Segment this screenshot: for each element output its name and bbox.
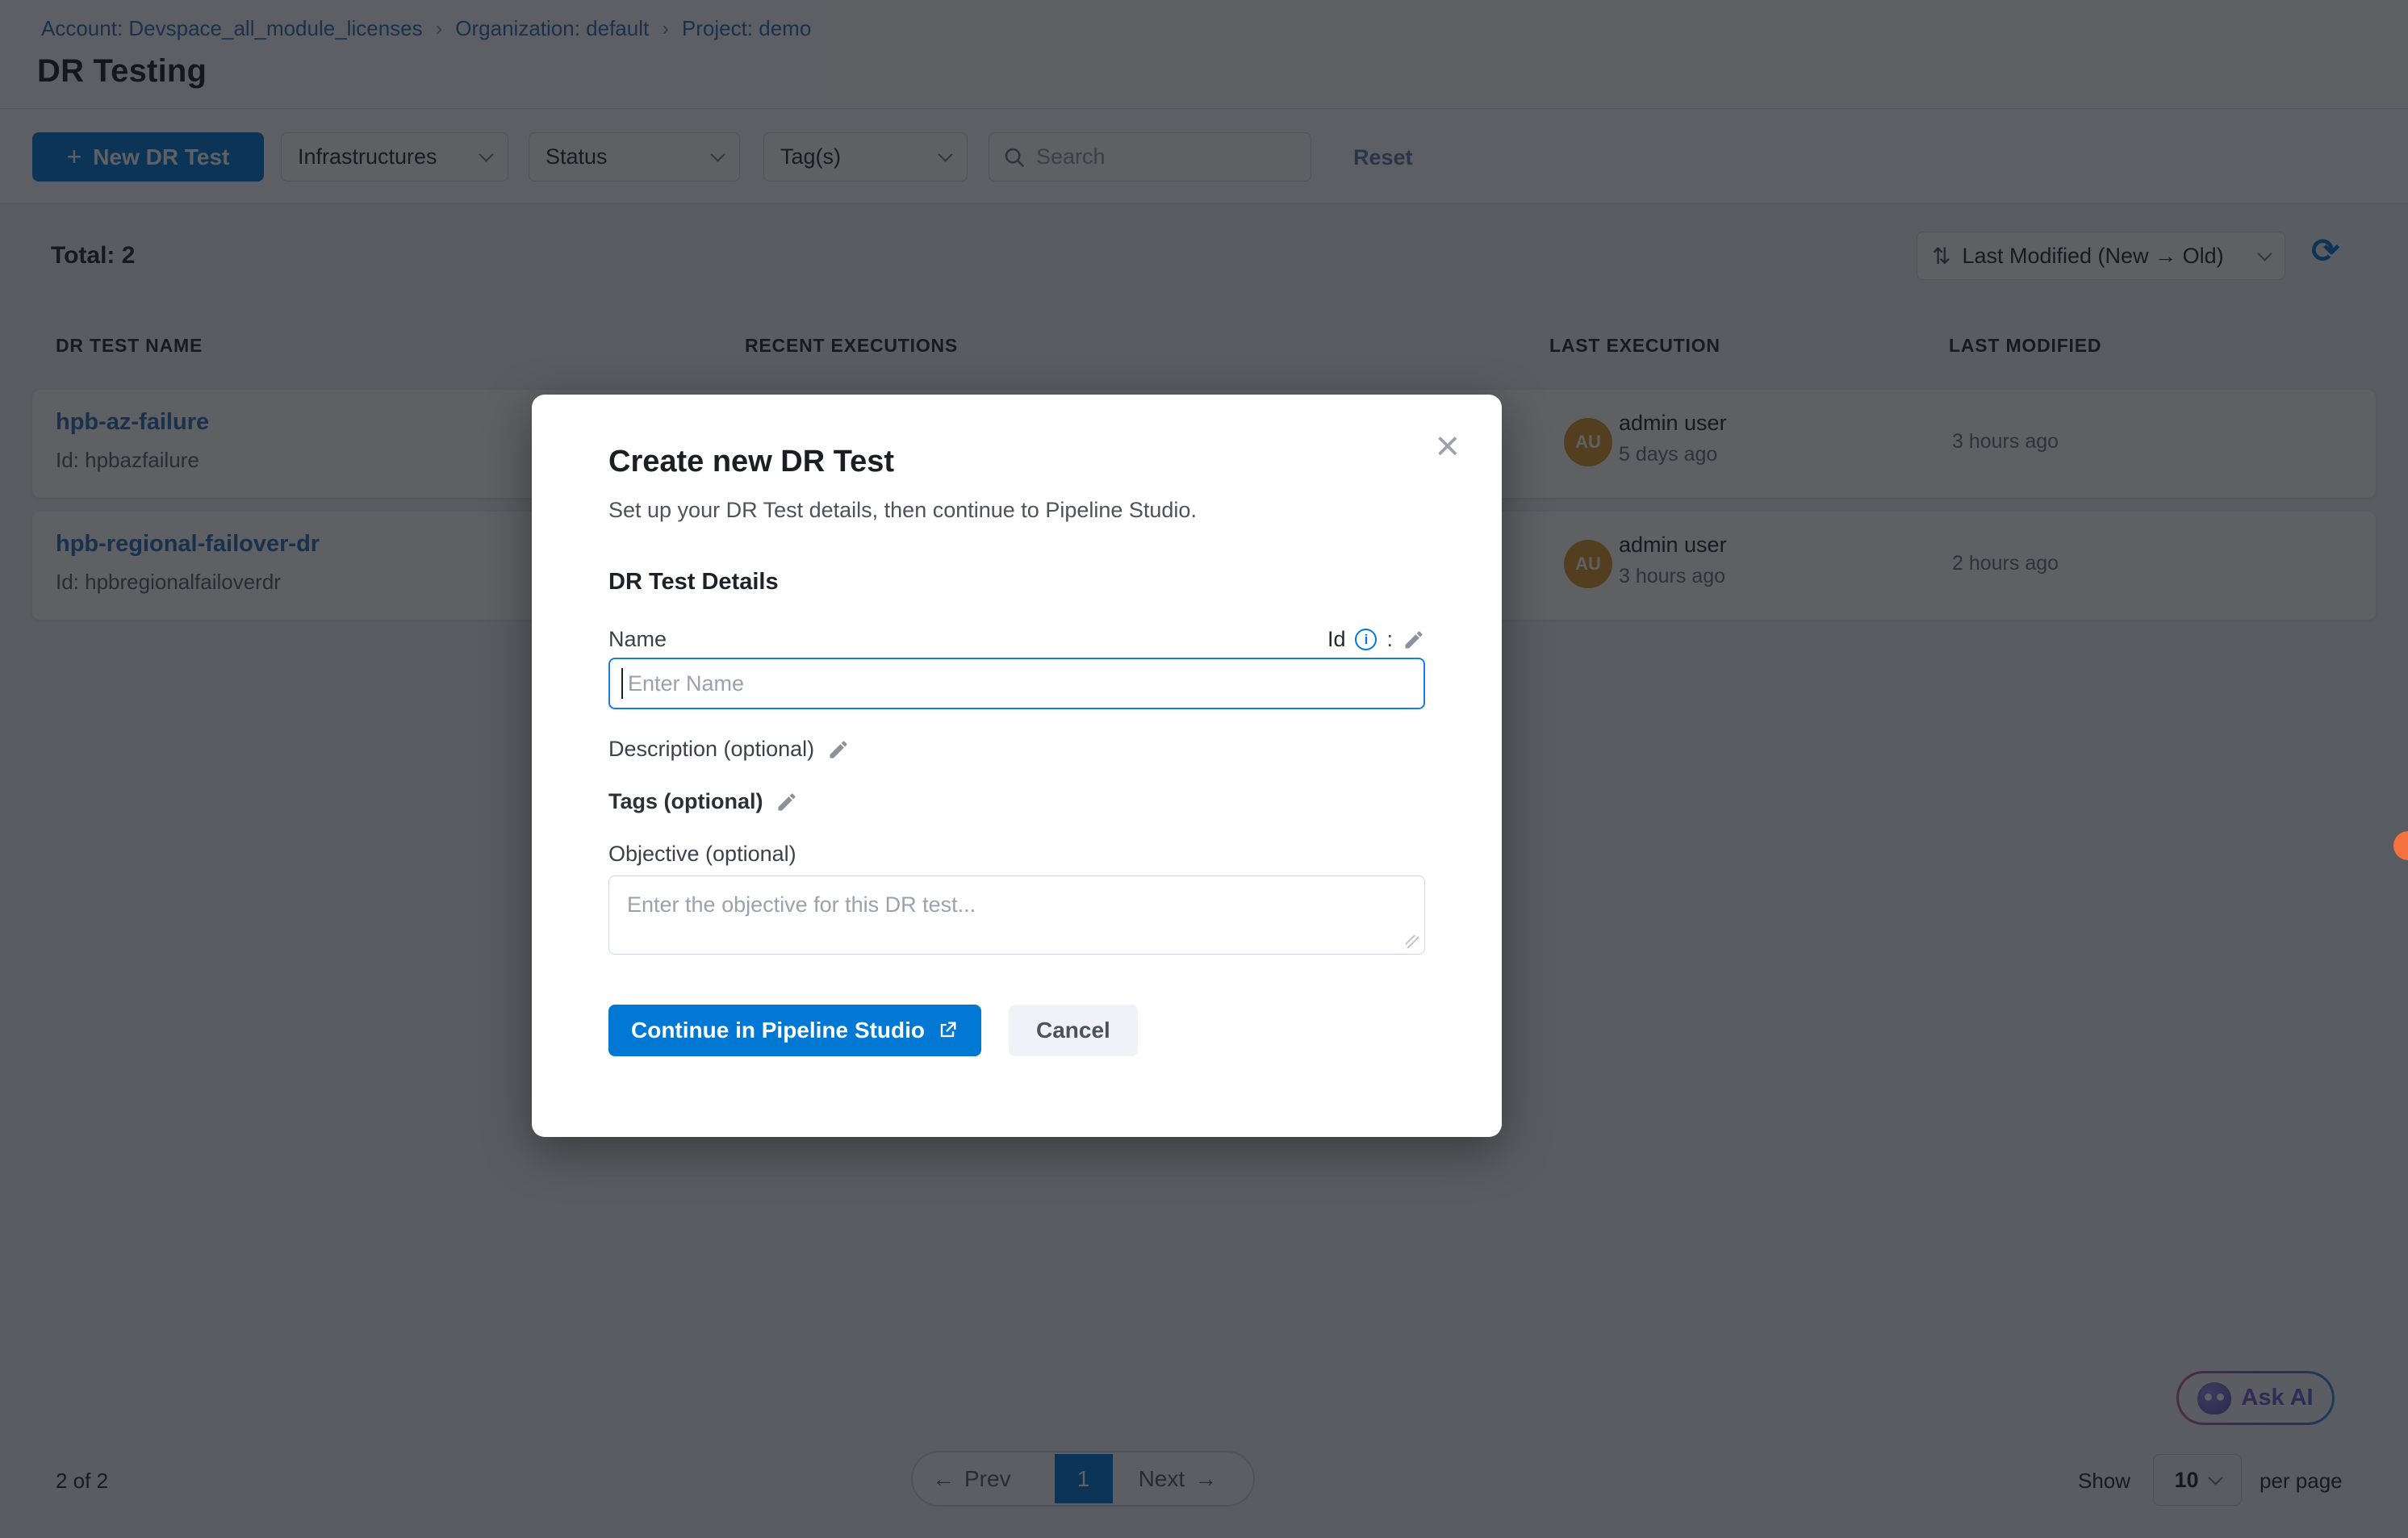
objective-label: Objective (optional) xyxy=(608,842,796,867)
id-label: Id xyxy=(1327,627,1346,652)
cancel-button[interactable]: Cancel xyxy=(1009,1005,1138,1056)
info-icon[interactable]: i xyxy=(1355,629,1377,650)
modal-title: Create new DR Test xyxy=(608,445,894,479)
continue-label: Continue in Pipeline Studio xyxy=(631,1018,925,1043)
description-field-header: Description (optional) xyxy=(608,737,850,762)
modal-subtitle: Set up your DR Test details, then contin… xyxy=(608,498,1197,523)
edit-id-pencil-icon[interactable] xyxy=(1403,629,1425,651)
tags-label: Tags (optional) xyxy=(608,789,763,814)
edit-tags-pencil-icon[interactable] xyxy=(775,791,798,813)
objective-textarea[interactable] xyxy=(608,876,1425,955)
id-group: Id i : xyxy=(1327,627,1425,652)
name-field-header: Name Id i : xyxy=(608,627,1425,652)
external-link-icon xyxy=(936,1019,959,1042)
description-label: Description (optional) xyxy=(608,737,814,762)
id-separator: : xyxy=(1386,627,1393,652)
name-label: Name xyxy=(608,627,667,652)
section-title: DR Test Details xyxy=(608,569,779,596)
name-input[interactable] xyxy=(608,658,1425,709)
edit-description-pencil-icon[interactable] xyxy=(827,738,850,761)
close-icon[interactable]: × xyxy=(1436,425,1460,467)
name-field xyxy=(608,658,1425,709)
text-caret xyxy=(621,668,623,699)
resize-handle[interactable] xyxy=(1406,935,1419,948)
objective-field xyxy=(608,876,1425,955)
continue-pipeline-studio-button[interactable]: Continue in Pipeline Studio xyxy=(608,1005,981,1056)
tags-field-header: Tags (optional) xyxy=(608,789,798,814)
create-dr-test-modal: Create new DR Test × Set up your DR Test… xyxy=(532,395,1502,1137)
modal-actions: Continue in Pipeline Studio Cancel xyxy=(608,1005,1138,1056)
